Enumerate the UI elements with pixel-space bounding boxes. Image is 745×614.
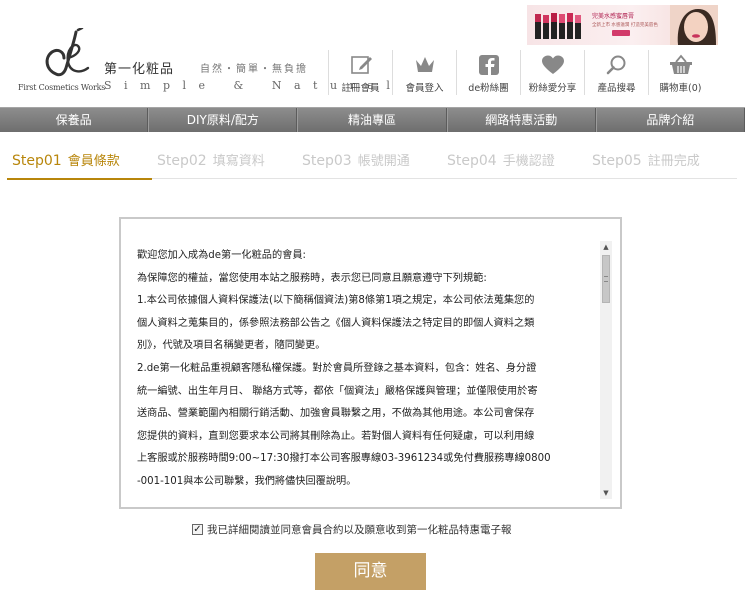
step-label: 會員條款 [67,154,120,169]
search-label: 產品搜尋 [597,83,636,94]
register-label: 註冊會員 [341,83,380,94]
terms-line: 歡迎您加入成為de第一化粧品的會員: [137,250,306,261]
banner-button[interactable] [612,30,630,36]
terms-box[interactable]: 歡迎您加入成為de第一化粧品的會員: 為保障您的權益，當您使用本站之服務時，表示… [119,217,622,509]
logo-text: First Cosmetics Works [18,83,106,92]
step-number: Step01 [12,153,62,169]
terms-line: 上客服或於服務時間9:00~17:30撥打本公司客服專線03-3961234或免… [137,453,551,465]
registration-steps: Step01 會員條款 Step02 填寫資料 Step03 帳號開通 Step04 手… [7,150,737,180]
agree-row[interactable]: ✓ 我已詳細閱讀並同意會員合約以及願意收到第一化粧品特惠電子報 [192,522,512,537]
brand-name: 第一化粧品 [104,62,175,77]
header-icons: 註冊會員 會員登入 de粉絲團 粉絲愛分享 產品搜尋 購物車(0) [328,50,712,95]
promo-banner[interactable]: 完美水感蜜唇膏 全新上市 水感滋潤 打造完美唇色 [527,5,718,45]
heart-icon [541,55,564,74]
agree-label: 我已詳細閱讀並同意會員合約以及願意收到第一化粧品特惠電子報 [207,524,512,536]
nav-item-brand[interactable]: 品牌介紹 [595,108,745,132]
share-label: 粉絲愛分享 [528,83,577,94]
scroll-down-icon[interactable]: ▼ [600,487,612,499]
terms-text: 歡迎您加入成為de第一化粧品的會員: 為保障您的權益，當您使用本站之服務時，表示… [137,245,593,494]
grip-icon [604,276,608,282]
scroll-up-icon[interactable]: ▲ [600,241,612,253]
scrollbar-thumb[interactable] [602,255,610,303]
step-number: Step05 [592,153,642,169]
step-number: Step02 [157,153,207,169]
step-4: Step04 手機認證 [442,150,587,180]
step-3: Step03 帳號開通 [297,150,442,180]
model-face-image [670,5,718,45]
facebook-button[interactable]: de粉絲團 [456,50,520,95]
login-label: 會員登入 [405,83,444,94]
brand-slogan: 自然・簡單・無負擔 [200,64,308,75]
terms-line: 1.本公司依據個人資料保護法(以下簡稱個資法)第8條第1項之規定，本公司依法蒐集… [137,295,535,307]
edit-icon [350,56,372,74]
terms-line: 送商品、營業範圍內相關行銷活動、加強會員聯繫之用，不做為其他用途。本公司會保存 [137,408,535,420]
agree-button[interactable]: 同意 [315,553,426,590]
nav-item-promotions[interactable]: 網路特惠活動 [446,108,596,132]
terms-line: -001-101與本公司聯繫，我們將儘快回覆說明。 [137,475,357,487]
agree-checkbox[interactable]: ✓ [192,524,203,535]
step-label: 填寫資料 [212,154,265,169]
step-number: Step03 [302,153,352,169]
nav-item-skincare[interactable]: 保養品 [0,108,149,132]
nav-item-essential-oil[interactable]: 精油專區 [297,108,447,132]
cart-button[interactable]: 購物車(0) [648,50,712,95]
register-button[interactable]: 註冊會員 [328,50,392,95]
lipstick-icon [535,13,581,39]
banner-subtitle: 全新上市 水感滋潤 打造完美唇色 [592,23,658,28]
logo-mark-icon [45,28,90,77]
nav-item-diy[interactable]: DIY原料/配方 [148,108,298,132]
step-2: Step02 填寫資料 [152,150,297,180]
terms-line: 您提供的資料，直到您要求本公司將其刪除為止。若對個人資料有任何疑慮，可以利用線 [137,430,535,442]
search-button[interactable]: 產品搜尋 [584,50,648,95]
facebook-label: de粉絲團 [468,83,509,94]
terms-line: 別》，代號及項目名稱變更者，隨同變更。 [137,340,326,352]
terms-line: 個人資料之蒐集目的，係參照法務部公告之《個人資料保護法之特定目的即個人資料之類 [137,317,535,329]
basket-icon [669,54,692,74]
step-label: 手機認證 [502,154,555,169]
cart-label: 購物車(0) [659,83,702,94]
terms-scrollbar[interactable]: ▲ ▼ [600,241,612,499]
terms-line: 2.de第一化粧品重視顧客隱私權保護。對於會員所登錄之基本資料，包含：姓名、身分… [137,362,537,374]
terms-line: 統一編號、出生年月日、 聯絡方式等，都依「個資法」嚴格保護與管理；並僅限使用於寄 [137,385,538,397]
share-button[interactable]: 粉絲愛分享 [520,50,584,95]
terms-line: 為保障您的權益，當您使用本站之服務時，表示您已同意且願意遵守下列規範: [137,272,487,284]
facebook-icon [478,55,499,75]
header: First Cosmetics Works 第一化粧品 自然・簡單・無負擔 Si… [0,0,745,105]
crown-icon [415,57,434,72]
search-icon [606,55,625,75]
step-number: Step04 [447,153,497,169]
step-1: Step01 會員條款 [7,150,152,180]
logo[interactable]: First Cosmetics Works [18,28,105,96]
main-nav: 保養品 DIY原料/配方 精油專區 網路特惠活動 品牌介紹 [0,107,745,132]
step-5: Step05 註冊完成 [587,150,732,180]
step-label: 帳號開通 [357,154,410,169]
banner-title: 完美水感蜜唇膏 [592,13,635,20]
login-button[interactable]: 會員登入 [392,50,456,95]
step-label: 註冊完成 [647,154,700,169]
